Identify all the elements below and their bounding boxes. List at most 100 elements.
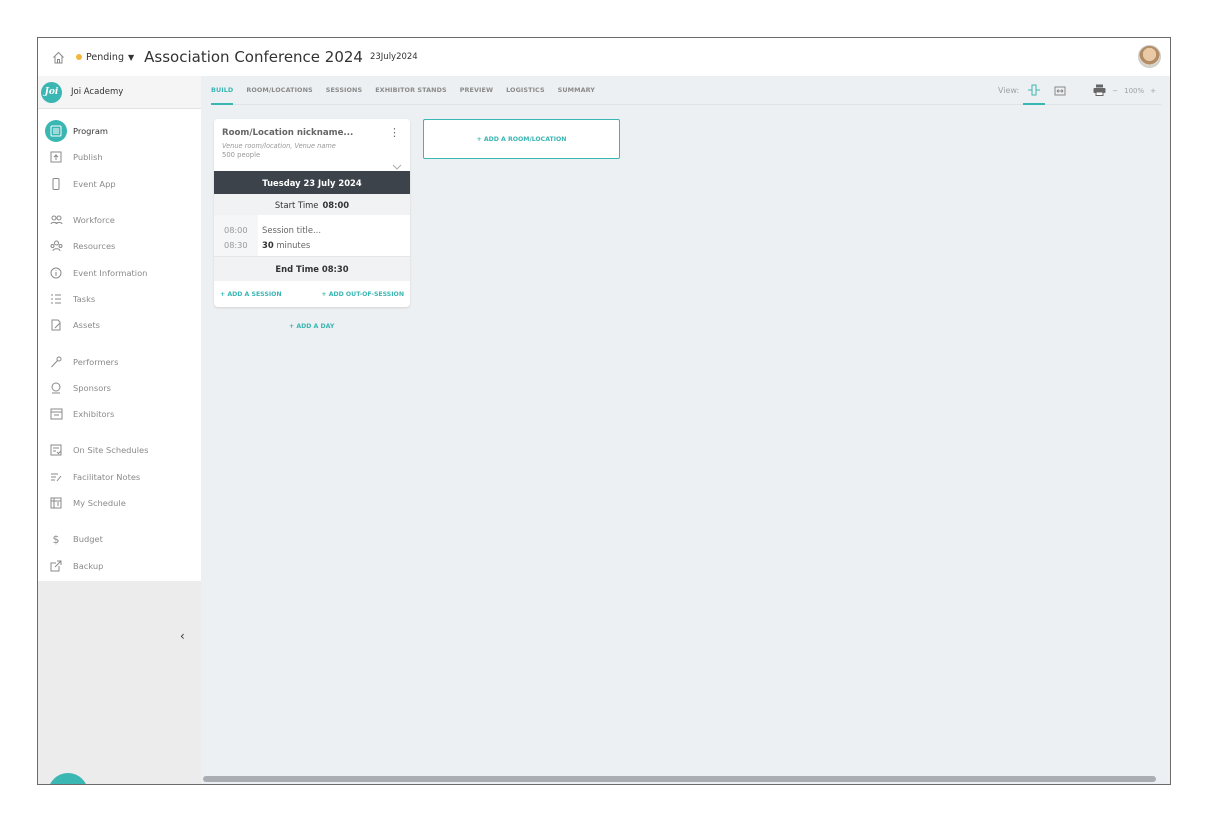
sidebar-item-publish[interactable]: Publish [38, 144, 201, 170]
view-controls: View: − 100% + [998, 76, 1156, 105]
microphone-icon [48, 354, 64, 370]
horizontal-scrollbar[interactable] [203, 776, 1156, 782]
session-end-time: 08:30 [224, 240, 248, 250]
sidebar-item-event-information[interactable]: Event Information [38, 259, 201, 285]
start-time-label: Start Time [274, 199, 319, 210]
horizontal-view-icon [1054, 86, 1066, 95]
resources-icon [48, 238, 64, 254]
phone-icon [48, 176, 64, 192]
add-room-location-label: + ADD A ROOM/LOCATION [476, 135, 567, 143]
sidebar-item-workforce[interactable]: Workforce [38, 207, 201, 233]
kebab-menu-icon[interactable]: ⋮ [389, 127, 400, 138]
sidebar-item-label: Resources [73, 241, 116, 252]
session-duration-value: 30 [262, 240, 274, 250]
sidebar-item-sponsors[interactable]: Sponsors [38, 375, 201, 401]
sidebar-item-label: Event Information [73, 267, 148, 278]
session-duration: 30 minutes [262, 238, 321, 253]
sidebar-item-my-schedule[interactable]: My Schedule [38, 490, 201, 516]
event-date: 23July2024 [369, 52, 418, 62]
info-icon [48, 265, 64, 281]
room-card-header[interactable]: Room/Location nickname... Venue room/loc… [214, 119, 410, 171]
tab-sessions[interactable]: SESSIONS [326, 76, 362, 105]
notes-icon [48, 469, 64, 485]
session-times: 08:00 08:30 [214, 215, 258, 256]
chat-button[interactable] [48, 773, 88, 785]
publish-icon [48, 149, 64, 165]
sidebar-item-label: Publish [73, 152, 103, 163]
chat-bubble-icon [58, 783, 78, 785]
tab-exhibitor-stands[interactable]: EXHIBITOR STANDS [375, 76, 446, 105]
org-switcher[interactable]: Joi Joi Academy [38, 76, 201, 109]
dollar-icon: $ [52, 532, 60, 546]
sidebar-item-facilitator-notes[interactable]: Facilitator Notes [38, 464, 201, 490]
sidebar-item-label: Workforce [73, 215, 115, 226]
add-day-button[interactable]: + ADD A DAY [289, 323, 334, 330]
zoom-out-button[interactable]: − [1112, 87, 1118, 95]
app-window: Pending ▼ Association Conference 2024 23… [37, 37, 1171, 785]
add-session-button[interactable]: + ADD A SESSION [220, 291, 282, 298]
sidebar: Joi Joi Academy Program Publish Event Ap… [38, 76, 201, 785]
room-venue: Venue room/location, Venue name [222, 142, 336, 150]
session-duration-unit: minutes [276, 240, 311, 250]
horizontal-view-button[interactable] [1049, 76, 1071, 105]
session-start-time: 08:00 [224, 225, 248, 235]
view-label: View: [997, 86, 1020, 95]
caret-down-icon: ▼ [127, 52, 135, 62]
home-icon[interactable] [52, 50, 66, 64]
sidebar-item-assets[interactable]: Assets [38, 312, 201, 338]
sidebar-nav: Program Publish Event App Workforce Reso… [38, 109, 201, 581]
session-row[interactable]: 08:00 08:30 Session title... 30 minutes [214, 215, 410, 257]
sidebar-item-event-app[interactable]: Event App [38, 171, 201, 197]
main-area: BUILD ROOM/LOCATIONS SESSIONS EXHIBITOR … [201, 76, 1170, 784]
backup-icon [48, 558, 64, 574]
top-bar: Pending ▼ Association Conference 2024 23… [38, 38, 1170, 76]
chevron-down-icon[interactable] [392, 155, 402, 174]
sidebar-item-tasks[interactable]: Tasks [38, 286, 201, 312]
session-title: Session title... [262, 225, 321, 235]
tasks-icon [48, 291, 64, 307]
tab-preview[interactable]: PREVIEW [460, 76, 493, 105]
session-info: Session title... 30 minutes [258, 215, 321, 256]
sidebar-item-backup[interactable]: Backup [38, 552, 201, 578]
collapse-sidebar-chevron-icon[interactable]: ‹ [180, 629, 185, 643]
sidebar-item-label: Performers [73, 356, 119, 367]
vertical-view-button[interactable] [1023, 76, 1046, 105]
sidebar-item-resources[interactable]: Resources [38, 233, 201, 259]
sidebar-item-label: Assets [73, 320, 101, 331]
event-title: Association Conference 2024 [144, 48, 363, 66]
sidebar-item-label: Sponsors [73, 382, 112, 393]
room-nickname: Room/Location nickname... [222, 128, 354, 138]
tab-logistics[interactable]: LOGISTICS [506, 76, 545, 105]
status-dropdown[interactable]: Pending ▼ [76, 52, 134, 63]
status-dot-icon [76, 54, 82, 60]
end-time-row[interactable]: End Time 08:30 [214, 257, 410, 281]
sidebar-item-label: Event App [73, 178, 116, 189]
sidebar-item-label: My Schedule [73, 498, 126, 508]
zoom-in-button[interactable]: + [1150, 87, 1156, 95]
sidebar-item-label: Program [73, 126, 109, 137]
room-capacity: 500 people [222, 151, 261, 159]
vertical-view-icon [1028, 84, 1041, 95]
add-out-of-session-button[interactable]: + ADD OUT-OF-SESSION [321, 291, 404, 298]
room-card: Room/Location nickname... Venue room/loc… [214, 119, 410, 307]
program-icon [45, 120, 67, 143]
sidebar-item-budget[interactable]: $ Budget [38, 526, 201, 552]
add-room-location-button[interactable]: + ADD A ROOM/LOCATION [423, 119, 620, 159]
sidebar-item-performers[interactable]: Performers [38, 348, 201, 374]
user-avatar[interactable] [1138, 45, 1161, 68]
sidebar-item-exhibitors[interactable]: Exhibitors [38, 401, 201, 427]
sidebar-item-label: Facilitator Notes [73, 471, 141, 482]
tab-room-locations[interactable]: ROOM/LOCATIONS [246, 76, 312, 105]
print-icon[interactable] [1093, 84, 1106, 98]
zoom-level: 100% [1124, 86, 1145, 95]
tab-build[interactable]: BUILD [211, 76, 234, 105]
sidebar-item-label: Backup [73, 560, 104, 571]
status-label: Pending [86, 51, 124, 63]
start-time-row[interactable]: Start Time 08:00 [214, 194, 410, 215]
tab-summary[interactable]: SUMMARY [558, 76, 595, 105]
my-schedule-icon [48, 495, 64, 511]
onsite-schedule-icon [48, 442, 64, 458]
day-header[interactable]: Tuesday 23 July 2024 [214, 171, 410, 194]
sidebar-item-on-site-schedules[interactable]: On Site Schedules [38, 437, 201, 463]
sidebar-item-program[interactable]: Program [38, 118, 201, 144]
